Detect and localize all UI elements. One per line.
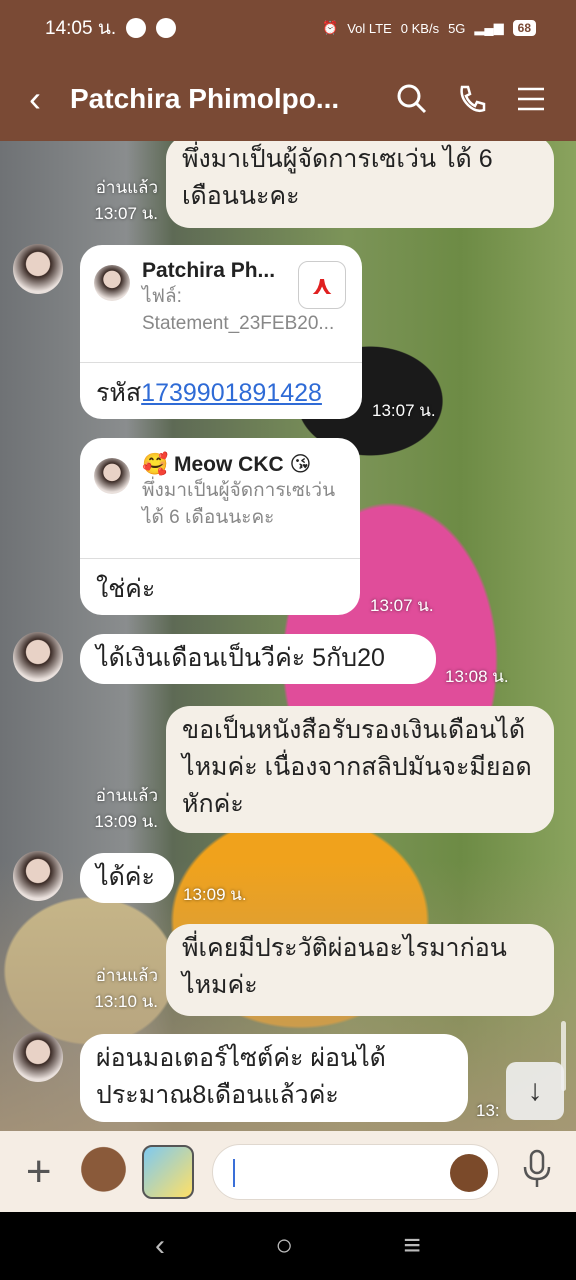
search-icon[interactable] bbox=[396, 83, 428, 115]
message-input[interactable] bbox=[212, 1143, 499, 1200]
status-time: 14:05 น. bbox=[45, 18, 117, 39]
message-meta: อ่านแล้ว 13:07 น. bbox=[72, 175, 158, 227]
chat-title: Patchira Phimolpo... bbox=[70, 82, 340, 114]
scroll-to-bottom-button[interactable]: ↓ bbox=[506, 1062, 564, 1120]
emoji-bear-icon[interactable] bbox=[449, 1153, 488, 1192]
reply-avatar bbox=[94, 458, 130, 494]
message-time: 13: bbox=[476, 1101, 500, 1120]
reply-name: 🥰 Meow CKC 😘 bbox=[142, 453, 312, 476]
phone-icon[interactable] bbox=[456, 83, 488, 115]
pdf-icon: ⋏ bbox=[298, 261, 346, 309]
message-meta: อ่านแล้ว 13:09 น. bbox=[72, 783, 158, 835]
emoji-icon: 🥰 bbox=[142, 453, 169, 476]
my-message[interactable]: ขอเป็นหนังสือรับรองเงินเดือนได้ไหมค่ะ เน… bbox=[166, 706, 554, 833]
volte-label: Vol LTE bbox=[347, 20, 392, 36]
sticker-gallery-icon[interactable] bbox=[141, 1144, 195, 1199]
chat-area[interactable]: อ่านแล้ว 13:07 น. พึ่งมาเป็นผู้จัดการเซเ… bbox=[0, 141, 576, 1131]
read-receipt: อ่านแล้ว bbox=[95, 966, 158, 985]
avatar[interactable] bbox=[13, 851, 63, 901]
read-receipt: อ่านแล้ว bbox=[95, 178, 158, 197]
chat-header: ‹ Patchira Phimolpo... bbox=[0, 56, 576, 141]
sticker-brown-icon[interactable] bbox=[77, 1144, 130, 1199]
their-message[interactable]: ได้เงินเดือนเป็นวีค่ะ 5กับ20 bbox=[80, 634, 436, 684]
message-time: 13:07 น. bbox=[370, 596, 434, 615]
reply-text: ใช่ค่ะ bbox=[96, 575, 156, 603]
avatar[interactable] bbox=[13, 244, 63, 294]
message-time: 13:07 น. bbox=[94, 204, 158, 223]
reply-quote: พึ่งมาเป็นผู้จัดการเซเว่น ได้ 6 เดือนนะค… bbox=[142, 480, 336, 528]
their-message[interactable]: ได้ค่ะ bbox=[80, 853, 174, 903]
my-message[interactable]: พี่เคยมีประวัติผ่อนอะไรมาก่อนไหมค่ะ bbox=[166, 924, 554, 1016]
reply-message[interactable]: 🥰 Meow CKC 😘 พึ่งมาเป็นผู้จัดการเซเว่น ไ… bbox=[80, 438, 360, 615]
nav-home-icon[interactable]: ○ bbox=[275, 1229, 293, 1263]
emoji-icon: 😘 bbox=[289, 453, 312, 476]
code-prefix: รหัส bbox=[96, 379, 142, 407]
read-receipt: อ่านแล้ว bbox=[95, 786, 158, 805]
network-label: 5G bbox=[448, 20, 466, 36]
messenger-icon bbox=[126, 18, 147, 38]
mic-icon[interactable] bbox=[499, 1149, 576, 1194]
status-bar: 14:05 น. ⏰ Vol LTE 0 KB/s 5G ▂▄▆ 68 bbox=[0, 0, 576, 56]
message-time: 13:07 น. bbox=[372, 401, 436, 420]
speed-label: 0 KB/s bbox=[400, 20, 440, 36]
code-link[interactable]: 1739901891428 bbox=[141, 379, 322, 407]
file-sender-avatar bbox=[94, 265, 130, 301]
input-bar: + bbox=[0, 1131, 576, 1212]
nav-back-icon[interactable]: ‹ bbox=[155, 1229, 165, 1263]
nav-menu-icon[interactable]: ≡ bbox=[403, 1229, 421, 1263]
menu-icon[interactable] bbox=[516, 85, 546, 113]
back-button[interactable]: ‹ bbox=[0, 56, 70, 141]
message-time: 13:08 น. bbox=[445, 667, 509, 686]
file-message[interactable]: Patchira Ph... ไฟล์: Statement_23FEB20..… bbox=[80, 245, 362, 419]
message-meta: อ่านแล้ว 13:10 น. bbox=[72, 963, 158, 1015]
my-message[interactable]: พึ่งมาเป็นผู้จัดการเซเว่น ได้ 6 เดือนนะค… bbox=[166, 141, 554, 228]
battery-icon: 68 bbox=[512, 20, 536, 36]
message-time: 13:09 น. bbox=[94, 812, 158, 831]
signal-icon: ▂▄▆ bbox=[474, 20, 504, 35]
alarm-icon: ⏰ bbox=[322, 20, 339, 35]
their-message[interactable]: ผ่อนมอเตอร์ไซต์ค่ะ ผ่อนได้ประมาณ8เดือนแล… bbox=[80, 1034, 468, 1122]
app-notification-icon bbox=[156, 18, 177, 38]
message-time: 13:10 น. bbox=[94, 992, 158, 1011]
avatar[interactable] bbox=[13, 632, 63, 682]
message-time: 13:09 น. bbox=[183, 885, 247, 904]
text-caret bbox=[233, 1158, 236, 1187]
plus-icon[interactable]: + bbox=[0, 1147, 77, 1197]
avatar[interactable] bbox=[13, 1032, 63, 1082]
file-name: ไฟล์: Statement_23FEB20... bbox=[142, 286, 335, 334]
system-nav-bar: ‹ ○ ≡ bbox=[0, 1212, 576, 1280]
